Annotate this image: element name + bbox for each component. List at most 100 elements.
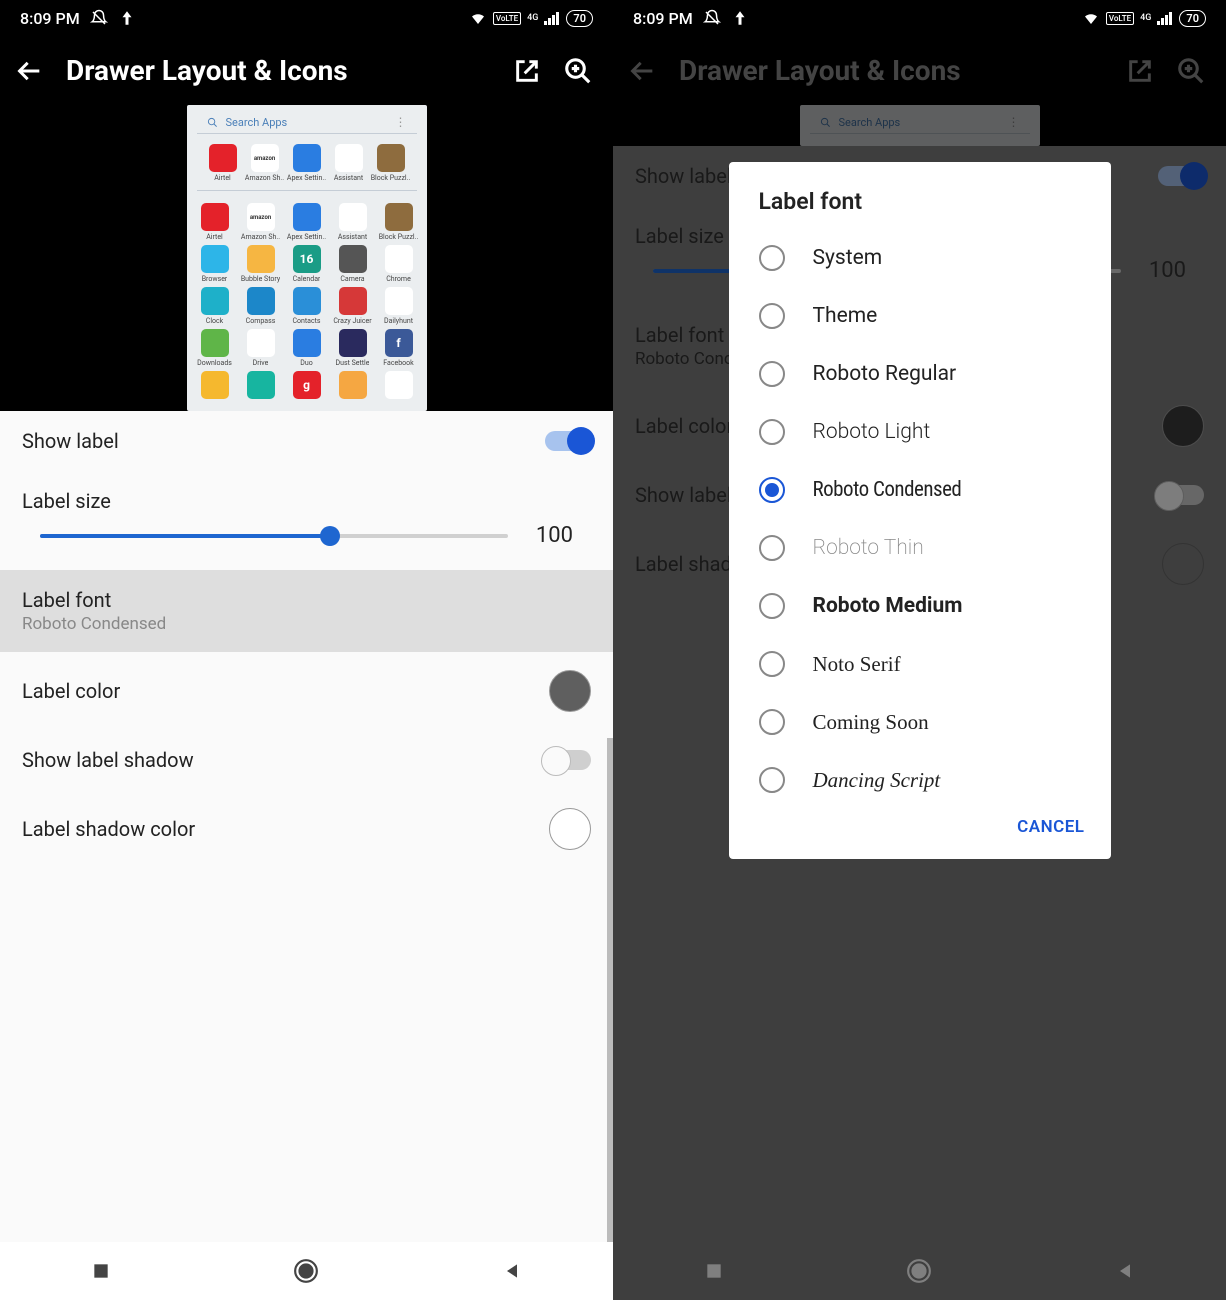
back-icon[interactable] — [16, 57, 44, 85]
label-color-swatch[interactable] — [549, 670, 591, 712]
app-icon — [385, 371, 413, 399]
share-icon[interactable] — [513, 57, 541, 85]
font-option-label: Roboto Light — [813, 420, 931, 444]
app-cell — [239, 371, 283, 401]
font-option-label: Dancing Script — [813, 768, 941, 793]
font-option-roboto-regular[interactable]: Roboto Regular — [729, 345, 1111, 403]
radio-icon — [759, 709, 785, 735]
font-option-theme[interactable]: Theme — [729, 287, 1111, 345]
recents-icon[interactable] — [91, 1261, 111, 1281]
back-nav-icon[interactable] — [502, 1261, 522, 1281]
app-cell: Downloads — [193, 329, 237, 367]
radio-icon — [759, 245, 785, 271]
font-option-coming-soon[interactable]: Coming Soon — [729, 693, 1111, 751]
app-label: Airtel — [214, 174, 231, 182]
app-icon — [201, 245, 229, 273]
shadow-color-swatch[interactable] — [549, 808, 591, 850]
show-label-row[interactable]: Show label — [0, 411, 613, 471]
app-cell: 16Calendar — [285, 245, 329, 283]
shadow-color-title: Label shadow color — [22, 817, 195, 841]
app-cell: Dailyhunt — [377, 287, 421, 325]
notification-off-icon — [90, 9, 108, 27]
app-icon — [293, 203, 321, 231]
app-cell: Contacts — [285, 287, 329, 325]
app-cell: g — [285, 371, 329, 401]
show-shadow-row[interactable]: Show label shadow — [0, 730, 613, 790]
app-icon: amazon — [247, 203, 275, 231]
app-label: Block Puzzl.. — [379, 233, 419, 241]
app-icon — [339, 371, 367, 399]
app-label: Assistant — [334, 174, 363, 182]
app-cell: Assistant — [329, 144, 369, 182]
font-option-dancing-script[interactable]: Dancing Script — [729, 751, 1111, 809]
app-icon — [201, 203, 229, 231]
app-label: Calendar — [293, 275, 321, 283]
radio-icon — [759, 361, 785, 387]
font-option-label: Theme — [813, 304, 878, 328]
app-label: Block Puzzl.. — [371, 174, 411, 182]
upload-icon — [118, 9, 136, 27]
navbar — [0, 1242, 613, 1300]
app-icon — [293, 287, 321, 315]
wifi-icon — [469, 9, 487, 27]
app-cell: Duo — [285, 329, 329, 367]
font-option-label: Roboto Condensed — [813, 478, 962, 502]
show-shadow-toggle[interactable] — [545, 750, 591, 770]
cancel-button[interactable]: CANCEL — [1017, 817, 1084, 837]
label-size-slider[interactable] — [40, 534, 508, 538]
app-icon — [247, 245, 275, 273]
app-label: Clock — [206, 317, 223, 325]
app-cell: Block Puzzl.. — [377, 203, 421, 241]
signal-icon — [1157, 11, 1173, 25]
radio-icon — [759, 651, 785, 677]
app-cell: Apex Settin.. — [285, 203, 329, 241]
font-option-roboto-light[interactable]: Roboto Light — [729, 403, 1111, 461]
dialog-title: Label font — [729, 188, 1111, 229]
font-option-label: Roboto Regular — [813, 362, 957, 386]
app-cell: amazonAmazon Sh.. — [245, 144, 285, 182]
label-size-value: 100 — [536, 523, 573, 548]
font-option-roboto-medium[interactable]: Roboto Medium — [729, 577, 1111, 635]
app-icon: f — [385, 329, 413, 357]
app-cell: Crazy Juicer — [331, 287, 375, 325]
app-cell: Airtel — [203, 144, 243, 182]
volte-badge: VoLTE — [1106, 12, 1134, 25]
font-option-roboto-condensed[interactable]: Roboto Condensed — [729, 461, 1111, 519]
radio-icon — [759, 303, 785, 329]
search-bar: Search Apps ⋮ — [197, 111, 417, 134]
radio-icon — [759, 593, 785, 619]
app-cell: Clock — [193, 287, 237, 325]
font-option-noto-serif[interactable]: Noto Serif — [729, 635, 1111, 693]
status-time: 8:09 PM — [633, 9, 693, 28]
font-option-system[interactable]: System — [729, 229, 1111, 287]
show-label-toggle[interactable] — [545, 431, 591, 451]
app-icon — [385, 245, 413, 273]
font-option-roboto-thin[interactable]: Roboto Thin — [729, 519, 1111, 577]
label-color-row[interactable]: Label color — [0, 652, 613, 730]
home-icon[interactable] — [293, 1258, 319, 1284]
app-cell: fFacebook — [377, 329, 421, 367]
label-font-row[interactable]: Label font Roboto Condensed — [0, 570, 613, 652]
label-font-title: Label font — [22, 588, 166, 612]
app-icon — [377, 144, 405, 172]
app-icon — [339, 203, 367, 231]
show-shadow-title: Show label shadow — [22, 748, 194, 772]
drawer-preview: Search Apps ⋮ AirtelamazonAmazon Sh..Ape… — [187, 105, 427, 411]
notification-off-icon — [703, 9, 721, 27]
settings-panel: Show label Label size 100 Label font Rob… — [0, 411, 613, 1300]
app-label: Apex Settin.. — [287, 174, 326, 182]
app-grid-all: AirtelamazonAmazon Sh..Apex Settin..Assi… — [187, 199, 427, 405]
phone-left: 8:09 PM VoLTE 4G 70 Drawer Layout & Icon… — [0, 0, 613, 1300]
statusbar: 8:09 PM VoLTE 4G 70 — [0, 0, 613, 36]
app-cell — [193, 371, 237, 401]
app-icon — [339, 287, 367, 315]
zoom-icon[interactable] — [563, 56, 593, 86]
app-icon — [385, 203, 413, 231]
search-icon — [207, 117, 218, 128]
shadow-color-row[interactable]: Label shadow color — [0, 790, 613, 868]
wifi-icon — [1082, 9, 1100, 27]
app-icon — [247, 287, 275, 315]
app-icon — [209, 144, 237, 172]
app-cell: Browser — [193, 245, 237, 283]
app-label: Crazy Juicer — [333, 317, 371, 325]
